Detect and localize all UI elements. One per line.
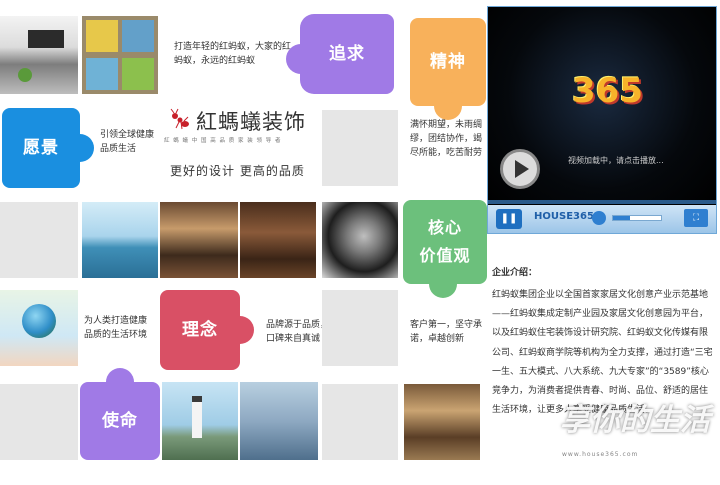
- fullscreen-icon[interactable]: ⛶: [684, 209, 708, 227]
- video-player[interactable]: 365 视频加载中，请点击播放... ❚❚ HOUSE365 ⛶: [487, 6, 717, 234]
- yuanjing-label: 愿景: [23, 138, 59, 158]
- zhuiqiu-tile[interactable]: 追求: [286, 14, 394, 94]
- animal-art-photo: [82, 16, 158, 94]
- globe-hands-photo: [0, 290, 78, 366]
- intro-body: 红蚂蚁集团企业以全国首家家居文化创意产业示范基地——红蚂蚁集成定制产业园及家居文…: [492, 290, 713, 416]
- player-brand: HOUSE365: [534, 211, 594, 222]
- shiming-label: 使命: [102, 411, 138, 431]
- linian-text: 品牌源于品质，口碑来自真诚: [266, 320, 330, 344]
- pause-icon[interactable]: ❚❚: [496, 209, 522, 229]
- yuanjing-tile[interactable]: 愿景: [2, 108, 94, 188]
- volume-slider[interactable]: [612, 215, 662, 221]
- shiming-tile[interactable]: 使命: [80, 368, 160, 460]
- brand-name: 紅螞蟻装饰: [196, 110, 306, 134]
- gray-placeholder: [322, 290, 398, 366]
- jingshen-label: 精神: [430, 52, 466, 72]
- hexin-tile[interactable]: 核心 价值观: [403, 200, 487, 298]
- hexin-text: 客户第一，坚守承诺，卓越创新: [410, 320, 483, 344]
- video-screen[interactable]: 365 视频加载中，请点击播放...: [488, 7, 716, 203]
- zhuiqiu-label: 追求: [329, 44, 365, 64]
- video-notice: 视频加载中，请点击播放...: [568, 156, 664, 165]
- hexin-label: 核心 价值观: [419, 214, 470, 270]
- watermark-url: www.house365.com: [562, 451, 639, 458]
- brand-subtitle: 紅 螞 蟻 中 国 高 品 质 家 装 领 导 者: [164, 138, 282, 144]
- ant-logo-icon: [170, 108, 189, 130]
- gray-placeholder: [0, 202, 78, 278]
- jingshen-text: 满怀期望，未雨绸缪，团结协作，竭尽所能，吃苦耐劳: [410, 120, 483, 158]
- volume-fill: [613, 216, 630, 220]
- volume-icon[interactable]: [592, 211, 606, 225]
- kitchen-photo: [0, 16, 78, 94]
- sunroom-photo: [404, 384, 480, 460]
- brand-block: 紅螞蟻装饰 紅 螞 蟻 中 国 高 品 质 家 装 领 导 者 更好的设计 更高…: [160, 96, 320, 200]
- dining-room-photo-2: [240, 202, 316, 278]
- jingshen-tile[interactable]: 精神: [410, 18, 486, 120]
- brand-slogan: 更好的设计 更高的品质: [170, 164, 305, 178]
- video-logo: 365: [572, 71, 643, 111]
- watermark-text: 享你的生活: [560, 403, 710, 438]
- linian-label: 理念: [182, 320, 218, 340]
- hexin-label-line1: 核心: [427, 218, 462, 237]
- lighthouse-photo: [162, 382, 238, 460]
- yuanjing-text: 引领全球健康品质生活: [100, 130, 155, 154]
- gray-placeholder: [322, 384, 398, 460]
- gray-placeholder: [0, 384, 78, 460]
- intro-title: 企业介绍：: [492, 268, 538, 278]
- sea-photo: [240, 382, 318, 460]
- dining-room-photo: [160, 202, 238, 278]
- linian-tile[interactable]: 理念: [160, 290, 254, 370]
- hexin-label-line2: 价值观: [419, 246, 471, 265]
- play-icon[interactable]: [500, 149, 540, 189]
- fishing-photo: [82, 202, 158, 278]
- gray-placeholder: [322, 110, 398, 186]
- zhuiqiu-text: 打造年轻的红蚂蚁，大家的红蚂蚁，永远的红蚂蚁: [174, 42, 292, 66]
- seek-bar[interactable]: [488, 200, 716, 204]
- shiming-text: 为人类打造健康品质的生活环境: [84, 316, 148, 340]
- portrait-photo: [322, 202, 398, 278]
- player-controls: ❚❚ HOUSE365 ⛶: [488, 200, 716, 233]
